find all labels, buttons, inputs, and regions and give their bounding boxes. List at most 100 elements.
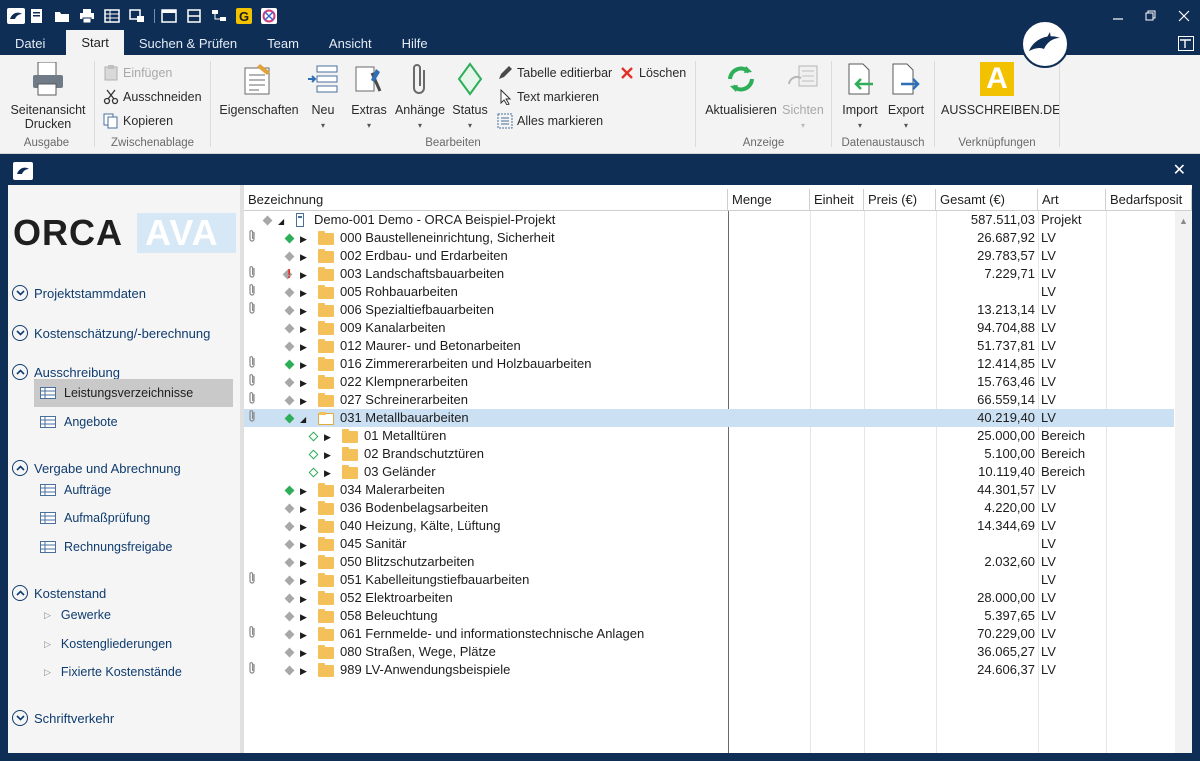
expand-icon[interactable]: ▶ — [300, 248, 307, 266]
ausschreiben-button[interactable]: A AUSSCHREIBEN.DE — [941, 61, 1060, 117]
paste-button[interactable]: Einfügen — [103, 64, 172, 82]
status-diamond-icon[interactable] — [284, 413, 295, 424]
expand-icon[interactable]: ▶ — [300, 338, 307, 356]
print-icon[interactable] — [79, 8, 95, 24]
status-diamond-icon[interactable] — [284, 323, 295, 334]
g-icon[interactable]: G — [236, 8, 252, 24]
status-diamond-icon[interactable] — [284, 521, 295, 532]
status-diamond-icon[interactable] — [284, 557, 295, 568]
column-header-3[interactable]: Preis (€) — [864, 189, 936, 210]
status-diamond-icon[interactable] — [284, 395, 295, 406]
tab-datei[interactable]: Datei — [0, 32, 60, 55]
window-icon[interactable] — [161, 8, 177, 24]
table-row[interactable]: ▶ 022 Klempnerarbeiten 15.763,46 LV — [244, 373, 1174, 391]
status-diamond-icon[interactable] — [284, 287, 295, 298]
nav-item-4[interactable]: Rechnungsfreigabe — [34, 533, 233, 561]
attachments-button[interactable]: Anhänge ▾ — [393, 61, 447, 133]
split-icon[interactable] — [186, 8, 202, 24]
status-diamond-icon[interactable] — [284, 665, 295, 676]
target-icon[interactable] — [261, 8, 277, 24]
views-button[interactable]: Sichten ▾ — [782, 61, 824, 133]
table-row[interactable]: ▶ 989 LV-Anwendungsbeispiele 24.606,37 LV — [244, 661, 1174, 679]
expand-icon[interactable]: ▶ — [300, 518, 307, 536]
status-diamond-icon[interactable] — [284, 593, 295, 604]
mark-all-button[interactable]: Alles markieren — [497, 112, 603, 130]
table-row[interactable]: ▶ 012 Maurer- und Betonarbeiten 51.737,81 L… — [244, 337, 1174, 355]
table-row[interactable]: ▶ 080 Straßen, Wege, Plätze 36.065,27 LV — [244, 643, 1174, 661]
table-row[interactable]: ▶ 000 Baustelleneinrichtung, Sicherheit 26… — [244, 229, 1174, 247]
expand-icon[interactable]: ▶ — [324, 464, 331, 482]
open-icon[interactable] — [54, 8, 70, 24]
nav-item-1[interactable]: Angebote — [34, 408, 233, 436]
import-button[interactable]: Import ▾ — [838, 61, 882, 133]
nav-section-0[interactable]: Projektstammdaten — [12, 285, 146, 301]
status-diamond-icon[interactable] — [284, 233, 295, 244]
status-diamond-icon[interactable] — [284, 377, 295, 388]
expand-icon[interactable]: ▶ — [300, 284, 307, 302]
orca-dolphin-logo-icon[interactable] — [1021, 20, 1069, 68]
table-row[interactable]: ▶ 03 Geländer 10.119,40 Bereich — [244, 463, 1174, 481]
column-header-4[interactable]: Gesamt (€) — [936, 189, 1038, 210]
expand-icon[interactable]: ▶ — [300, 356, 307, 374]
paperclip-icon[interactable] — [248, 409, 257, 428]
restore-icon[interactable] — [1134, 0, 1167, 32]
tree-icon[interactable] — [211, 8, 227, 24]
tab-team[interactable]: Team — [252, 32, 314, 55]
table-row[interactable]: ▶ 045 Sanitär LV — [244, 535, 1174, 553]
paperclip-icon[interactable] — [248, 301, 257, 320]
nav-section-2[interactable]: Ausschreibung — [12, 364, 120, 380]
expand-icon[interactable]: ▶ — [300, 392, 307, 410]
expand-icon[interactable]: ▶ — [300, 572, 307, 590]
table-row[interactable]: ◢ Demo-001 Demo - ORCA Beispiel-Projekt 58… — [244, 211, 1174, 229]
table-row[interactable]: ▶ 016 Zimmererarbeiten und Holzbauarbeite… — [244, 355, 1174, 373]
paperclip-icon[interactable] — [248, 373, 257, 392]
table-row[interactable]: ▶ 005 Rohbauarbeiten LV — [244, 283, 1174, 301]
status-diamond-icon[interactable] — [284, 341, 295, 352]
column-header-6[interactable]: Bedarfsposit — [1106, 189, 1192, 210]
paperclip-icon[interactable] — [248, 571, 257, 590]
status-diamond-icon[interactable] — [284, 629, 295, 640]
table-row[interactable]: ▶ 002 Erdbau- und Erdarbeiten 29.783,57 LV — [244, 247, 1174, 265]
status-diamond-icon[interactable] — [308, 449, 319, 460]
paperclip-icon[interactable] — [248, 391, 257, 410]
cut-button[interactable]: Ausschneiden — [103, 88, 202, 106]
expand-icon[interactable]: ▶ — [300, 608, 307, 626]
expand-icon[interactable]: ▶ — [300, 320, 307, 338]
expand-icon[interactable]: ▶ — [300, 230, 307, 248]
table-row[interactable]: ▶ 058 Beleuchtung 5.397,65 LV — [244, 607, 1174, 625]
table-row[interactable]: ▶ 050 Blitzschutzarbeiten 2.032,60 LV — [244, 553, 1174, 571]
expand-icon[interactable]: ▶ — [300, 626, 307, 644]
status-diamond-icon[interactable] — [308, 467, 319, 478]
column-header-1[interactable]: Menge — [728, 189, 810, 210]
status-diamond-icon[interactable] — [284, 647, 295, 658]
expand-icon[interactable]: ▶ — [300, 302, 307, 320]
tab-ansicht[interactable]: Ansicht — [314, 32, 387, 55]
table-row[interactable]: ◢ 031 Metallbauarbeiten 40.219,40 LV — [244, 409, 1174, 427]
expand-icon[interactable]: ▶ — [300, 590, 307, 608]
table-row[interactable]: ▶ 034 Malerarbeiten 44.301,57 LV — [244, 481, 1174, 499]
export-button[interactable]: Export ▾ — [884, 61, 928, 133]
expand-icon[interactable]: ▶ — [300, 554, 307, 572]
copy-button[interactable]: Kopieren — [103, 112, 173, 130]
nav-section-3[interactable]: Vergabe und Abrechnung — [12, 460, 181, 476]
delete-button[interactable]: Löschen — [619, 64, 686, 82]
expand-icon[interactable]: ▶ — [324, 446, 331, 464]
paperclip-icon[interactable] — [248, 355, 257, 374]
table-row[interactable]: ▶ 027 Schreinerarbeiten 66.559,14 LV — [244, 391, 1174, 409]
paperclip-icon[interactable] — [248, 229, 257, 248]
orca-app-icon[interactable] — [7, 8, 25, 24]
table-row[interactable]: ▶ 040 Heizung, Kälte, Lüftung 14.344,69 LV — [244, 517, 1174, 535]
nav-item-7[interactable]: ▷ Fixierte Kostenstände — [34, 658, 233, 686]
properties-button[interactable]: Eigenschaften — [217, 61, 301, 117]
column-header-2[interactable]: Einheit — [810, 189, 864, 210]
status-diamond-icon[interactable] — [284, 305, 295, 316]
paperclip-icon[interactable] — [248, 661, 257, 680]
nav-item-6[interactable]: ▷ Kostengliederungen — [34, 630, 233, 658]
table-row[interactable]: ▶ 052 Elektroarbeiten 28.000,00 LV — [244, 589, 1174, 607]
nav-item-2[interactable]: Aufträge — [34, 476, 233, 504]
tab-suchen-pruefen[interactable]: Suchen & Prüfen — [124, 32, 252, 55]
minimize-icon[interactable] — [1101, 0, 1134, 32]
table-row[interactable]: ▶ 006 Spezialtiefbauarbeiten 13.213,14 LV — [244, 301, 1174, 319]
status-diamond-icon[interactable] — [262, 215, 273, 226]
status-diamond-icon[interactable] — [284, 503, 295, 514]
